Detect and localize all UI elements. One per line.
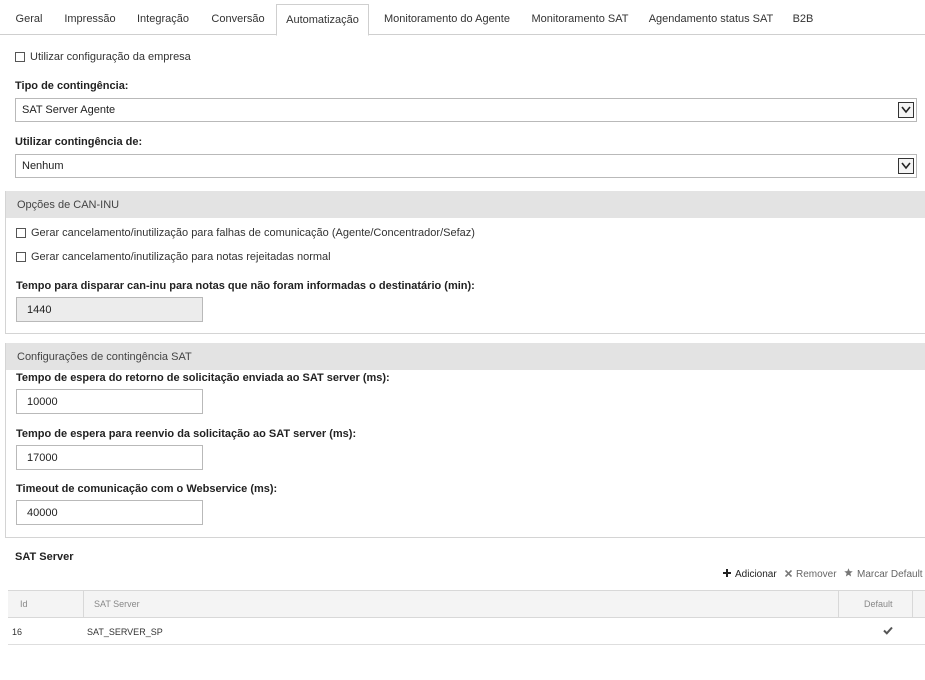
sat-contingency-title: Configurações de contingência SAT [17, 351, 192, 363]
remove-label: Remover [796, 568, 837, 580]
tab-impressao[interactable]: Impressão [58, 4, 122, 35]
rejected-notes-option[interactable]: Gerar cancelamento/inutilização para not… [16, 250, 331, 264]
tab-automatizacao[interactable]: Automatização [276, 4, 369, 36]
can-inu-time-label: Tempo para disparar can-inu para notas q… [16, 280, 475, 292]
webservice-timeout-value: 40000 [27, 507, 58, 519]
tab-monitoramento-sat[interactable]: Monitoramento SAT [525, 4, 635, 35]
tab-monitoramento-agente[interactable]: Monitoramento do Agente [375, 4, 519, 35]
rejected-notes-label: Gerar cancelamento/inutilização para not… [31, 251, 331, 263]
resend-wait-label: Tempo de espera para reenvio da solicita… [16, 428, 357, 440]
add-label: Adicionar [735, 568, 777, 580]
sat-server-grid-header: Id SAT Server Default [8, 590, 925, 618]
company-config-checkbox[interactable] [15, 52, 25, 62]
remove-button[interactable]: Remover [784, 568, 837, 580]
add-button[interactable]: Adicionar [723, 568, 777, 580]
table-row[interactable]: 16 SAT_SERVER_SP [8, 618, 925, 645]
return-wait-value: 10000 [27, 396, 58, 408]
chevron-down-icon[interactable] [898, 158, 914, 174]
contingency-type-label: Tipo de contingência: [15, 80, 129, 92]
resend-wait-input[interactable]: 17000 [16, 445, 203, 470]
close-icon [784, 569, 793, 580]
contingency-type-select[interactable]: SAT Server Agente [15, 98, 917, 122]
company-config-option[interactable]: Utilizar configuração da empresa [15, 50, 191, 64]
checkmark-icon [883, 626, 893, 637]
tab-geral[interactable]: Geral [8, 4, 50, 35]
comm-failure-option[interactable]: Gerar cancelamento/inutilização para fal… [16, 226, 475, 240]
can-inu-header: Opções de CAN-INU [6, 191, 925, 218]
row-id: 16 [12, 627, 23, 637]
use-contingency-value: Nenhum [22, 160, 64, 172]
mark-default-label: Marcar Default [857, 568, 923, 580]
column-id[interactable]: Id [20, 591, 28, 617]
can-inu-time-input[interactable]: 1440 [16, 297, 203, 322]
webservice-timeout-input[interactable]: 40000 [16, 500, 203, 525]
return-wait-label: Tempo de espera do retorno de solicitaçã… [16, 372, 390, 384]
use-contingency-select[interactable]: Nenhum [15, 154, 917, 178]
resend-wait-value: 17000 [27, 452, 58, 464]
star-icon [844, 568, 853, 580]
mark-default-button[interactable]: Marcar Default [844, 568, 923, 580]
chevron-down-icon[interactable] [898, 102, 914, 118]
tab-integracao[interactable]: Integração [130, 4, 196, 35]
use-contingency-label: Utilizar contingência de: [15, 136, 143, 148]
column-separator [838, 591, 839, 617]
return-wait-input[interactable]: 10000 [16, 389, 203, 414]
sat-server-title: SAT Server [15, 551, 74, 563]
row-sat-server: SAT_SERVER_SP [87, 627, 163, 637]
can-inu-time-value: 1440 [27, 304, 52, 316]
sat-contingency-header: Configurações de contingência SAT [6, 343, 925, 370]
tab-bar: Geral Impressão Integração Conversão Aut… [0, 0, 925, 36]
tab-agendamento-status-sat[interactable]: Agendamento status SAT [644, 4, 778, 35]
rejected-notes-checkbox[interactable] [16, 252, 26, 262]
contingency-type-value: SAT Server Agente [22, 104, 116, 116]
tab-b2b[interactable]: B2B [788, 4, 818, 35]
company-config-label: Utilizar configuração da empresa [30, 51, 191, 63]
column-sat-server[interactable]: SAT Server [94, 591, 140, 617]
webservice-timeout-label: Timeout de comunicação com o Webservice … [16, 483, 278, 495]
column-separator [912, 591, 913, 617]
comm-failure-label: Gerar cancelamento/inutilização para fal… [31, 227, 475, 239]
plus-icon [723, 568, 731, 580]
comm-failure-checkbox[interactable] [16, 228, 26, 238]
column-separator [83, 591, 84, 617]
can-inu-title: Opções de CAN-INU [17, 199, 120, 211]
column-default[interactable]: Default [864, 591, 893, 617]
tab-conversao[interactable]: Conversão [204, 4, 272, 35]
